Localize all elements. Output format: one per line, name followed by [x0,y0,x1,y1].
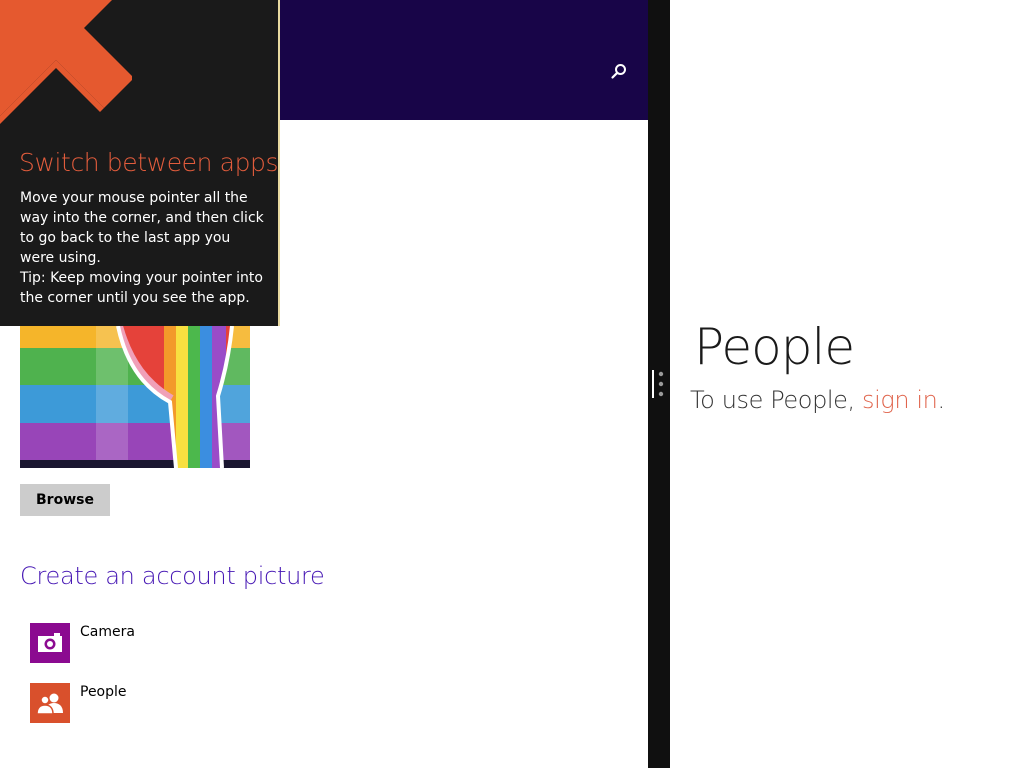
sign-in-link[interactable]: sign in [862,386,938,414]
people-app: People To use People, sign in. [670,0,1024,768]
camera-icon [38,633,62,652]
sign-in-message-suffix: . [937,386,946,414]
tip-body: Move your mouse pointer all the way into… [20,188,268,308]
snap-splitter[interactable] [648,0,670,768]
people-icon [36,693,63,715]
search-button[interactable] [606,58,632,84]
arrow-up-left-icon [0,0,132,124]
account-picture [20,326,250,468]
tip-title: Switch between apps [19,148,279,177]
tip-hint: Tip: Keep moving your pointer into the c… [20,270,263,306]
people-app-title: People [694,318,855,376]
camera-option[interactable]: Camera [30,623,330,663]
camera-option-label: Camera [80,624,135,640]
account-picture-image [20,326,250,468]
people-option-label: People [80,684,127,700]
people-tile [30,683,70,723]
create-account-picture-heading: Create an account picture [20,562,325,590]
sign-in-message-prefix: To use People, [690,386,862,414]
browse-button[interactable]: Browse [20,484,110,516]
tip-instructions: Move your mouse pointer all the way into… [20,190,264,266]
people-option[interactable]: People [30,683,330,723]
camera-tile [30,623,70,663]
sign-in-message: To use People, sign in. [690,386,945,414]
splitter-grip-icon[interactable] [650,368,668,400]
search-icon [611,64,626,79]
switch-apps-tip: Switch between apps Move your mouse poin… [0,0,280,326]
